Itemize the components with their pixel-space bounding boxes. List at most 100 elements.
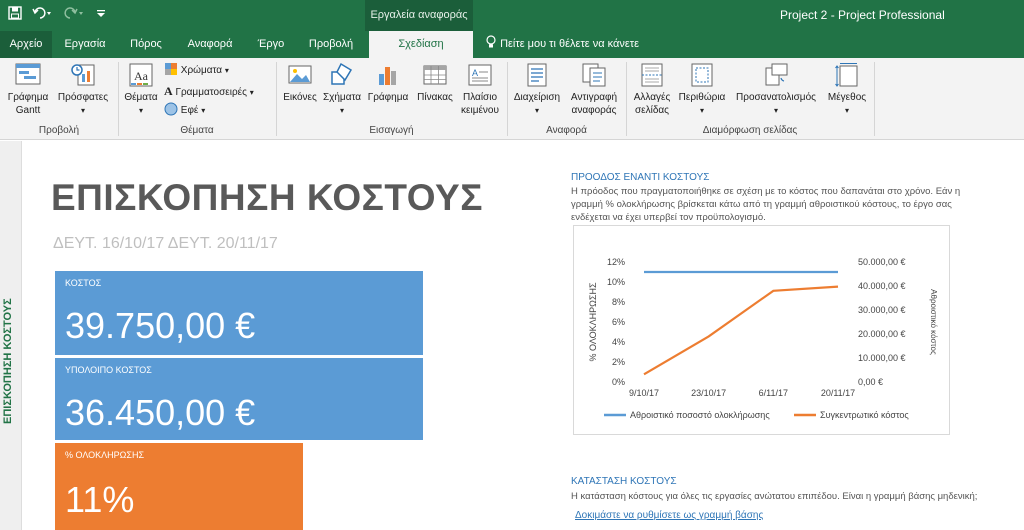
percent-complete-tile-value: 11%: [65, 479, 135, 520]
y-tick-label: 6%: [612, 317, 625, 327]
colors-label: Χρώματα: [180, 65, 223, 76]
textbox-button[interactable]: A Πλαίσιο κειμένου: [458, 62, 502, 117]
group-separator: [874, 62, 875, 136]
table-button[interactable]: Πίνακας: [413, 62, 457, 104]
chevron-down-icon: ▾: [844, 106, 849, 115]
chart-button[interactable]: Γράφημα: [365, 62, 411, 104]
customize-qat-icon[interactable]: [96, 6, 106, 23]
orientation-button[interactable]: Προσανατολισμός ▾: [730, 62, 822, 117]
effects-button[interactable]: Εφέ ▾: [164, 102, 205, 120]
y2-axis-title: Αθροιστικό κόστος: [929, 289, 938, 355]
table-icon: [423, 65, 447, 85]
group-label-report: Αναφορά: [546, 125, 587, 136]
cost-tile-label: ΚΟΣΤΟΣ: [65, 278, 102, 288]
y-tick-label: 4%: [612, 337, 625, 347]
chevron-down-icon: ▾: [339, 106, 344, 115]
tab-project[interactable]: Έργο: [246, 31, 296, 58]
effects-label: Εφέ: [180, 105, 199, 116]
y2-tick-label: 20.000,00 €: [858, 329, 906, 339]
redo-icon[interactable]: [64, 6, 86, 23]
page-breaks-button[interactable]: Αλλαγές σελίδας: [628, 62, 676, 117]
tab-view[interactable]: Προβολή: [300, 31, 362, 58]
copy-report-button[interactable]: Αντιγραφή αναφοράς: [565, 62, 623, 117]
y2-tick-label: 10.000,00 €: [858, 353, 906, 363]
lightbulb-icon: [486, 35, 496, 48]
x-tick-label: 20/11/17: [821, 388, 855, 398]
x-tick-label: 9/10/17: [629, 388, 659, 398]
margins-icon: [691, 63, 713, 87]
progress-section-text[interactable]: Η πρόοδος που πραγματοποιήθηκε σε σχέση …: [571, 185, 1001, 224]
tab-report[interactable]: Αναφορά: [178, 31, 242, 58]
quick-access-toolbar: [8, 6, 106, 23]
shapes-button[interactable]: Σχήματα ▾: [320, 62, 364, 117]
shapes-label: Σχήματα: [322, 92, 362, 103]
undo-icon[interactable]: [32, 6, 54, 23]
tell-me-text: Πείτε μου τι θέλετε να κάνετε: [500, 38, 640, 50]
shapes-icon: [331, 62, 353, 85]
copy-report-label-line1: Αντιγραφή: [570, 92, 618, 103]
cost-tile[interactable]: ΚΟΣΤΟΣ 39.750,00 €: [55, 271, 423, 355]
x-tick-label: 23/10/17: [691, 388, 726, 398]
ribbon: Γράφημα Gantt Πρόσφατες ▾ Aa Θέματα ▾ Χρ…: [0, 58, 1024, 140]
recent-button[interactable]: Πρόσφατες ▾: [53, 62, 113, 117]
tell-me-box[interactable]: Πείτε μου τι θέλετε να κάνετε: [485, 31, 639, 58]
tab-task[interactable]: Εργασία: [56, 31, 114, 58]
y2-tick-label: 0,00 €: [858, 377, 883, 387]
svg-text:A: A: [472, 68, 478, 78]
images-button[interactable]: Εικόνες: [280, 62, 320, 104]
cost-status-text[interactable]: Η κατάσταση κόστους για όλες τις εργασίε…: [571, 490, 977, 503]
manage-icon: [527, 63, 547, 87]
percent-complete-tile-label: % ΟΛΟΚΛΗΡΩΣΗΣ: [65, 450, 145, 460]
svg-text:Aa: Aa: [134, 69, 149, 83]
report-tools-context-label: Εργαλεία αναφοράς: [365, 0, 473, 31]
progress-text-line3: ενδέχεται να έχει υπερβεί τον προϋπολογι…: [571, 212, 766, 223]
report-title[interactable]: ΕΠΙΣΚΟΠΗΣΗ ΚΟΣΤΟΥΣ: [51, 177, 483, 219]
y-tick-label: 8%: [612, 297, 625, 307]
chevron-down-icon: ▾: [138, 106, 143, 115]
image-icon: [288, 65, 312, 84]
group-label-page-setup: Διαμόρφωση σελίδας: [702, 125, 798, 136]
fonts-icon: A: [164, 84, 173, 98]
window-title: Project 2 - Project Professional: [780, 8, 945, 22]
remaining-cost-tile-label: ΥΠΟΛΟΙΠΟ ΚΟΣΤΟΣ: [65, 365, 152, 375]
textbox-label-line2: κειμένου: [461, 105, 499, 116]
effects-icon: [164, 102, 178, 116]
bar-chart-icon: [379, 67, 396, 85]
tab-resource[interactable]: Πόρος: [118, 31, 174, 58]
cost-tile-value: 39.750,00 €: [65, 305, 256, 346]
percent-complete-tile[interactable]: % ΟΛΟΚΛΗΡΩΣΗΣ 11%: [55, 443, 303, 530]
recent-label: Πρόσφατες: [57, 92, 109, 103]
margins-label: Περιθώρια: [678, 92, 726, 103]
progress-vs-cost-chart[interactable]: 0% 2% 4% 6% 8% 10% 12% 0,00 € 10.000,00 € 20.000,…: [573, 225, 950, 435]
gantt-chart-button[interactable]: Γράφημα Gantt: [3, 62, 53, 117]
view-label: ΕΠΙΣΚΟΠΗΣΗ ΚΟΣΤΟΥΣ: [2, 298, 14, 424]
gantt-chart-icon: [15, 63, 41, 85]
report-dates[interactable]: ΔΕΥΤ. 16/10/17 ΔΕΥΤ. 20/11/17: [53, 235, 278, 253]
themes-icon: Aa: [129, 63, 153, 87]
save-icon[interactable]: [8, 6, 22, 23]
size-button[interactable]: Μέγεθος ▾: [822, 62, 872, 117]
y-tick-label: 10%: [607, 277, 625, 287]
tab-design[interactable]: Σχεδίαση: [369, 31, 473, 58]
legend-label-2: Συγκεντρωτικό κόστος: [820, 410, 909, 420]
themes-button[interactable]: Aa Θέματα ▾: [120, 62, 162, 117]
set-baseline-link[interactable]: Δοκιμάστε να ρυθμίσετε ως γραμμή βάσης: [575, 510, 763, 521]
table-label: Πίνακας: [417, 92, 453, 103]
images-label: Εικόνες: [283, 92, 317, 103]
textbox-icon: A: [468, 64, 492, 86]
y2-tick-label: 50.000,00 €: [858, 257, 906, 267]
tab-file[interactable]: Αρχείο: [0, 31, 52, 58]
cost-status-title[interactable]: ΚΑΤΑΣΤΑΣΗ ΚΟΣΤΟΥΣ: [571, 476, 677, 487]
progress-section-title[interactable]: ΠΡΟΟΔΟΣ ΕΝΑΝΤΙ ΚΟΣΤΟΥΣ: [571, 172, 709, 183]
y-axis-title: % ΟΛΟΚΛΗΡΩΣΗΣ: [588, 282, 598, 361]
manage-button[interactable]: Διαχείριση ▾: [509, 62, 565, 117]
chevron-down-icon: ▾: [534, 106, 539, 115]
chevron-down-icon: ▾: [699, 106, 704, 115]
remaining-cost-tile[interactable]: ΥΠΟΛΟΙΠΟ ΚΟΣΤΟΣ 36.450,00 €: [55, 358, 423, 440]
colors-icon: [165, 63, 177, 75]
page-breaks-icon: [641, 63, 663, 87]
colors-button[interactable]: Χρώματα ▾: [164, 62, 229, 80]
page-breaks-label-line1: Αλλαγές: [633, 92, 671, 103]
margins-button[interactable]: Περιθώρια ▾: [676, 62, 728, 117]
fonts-button[interactable]: A Γραμματοσειρές ▾: [164, 82, 254, 100]
